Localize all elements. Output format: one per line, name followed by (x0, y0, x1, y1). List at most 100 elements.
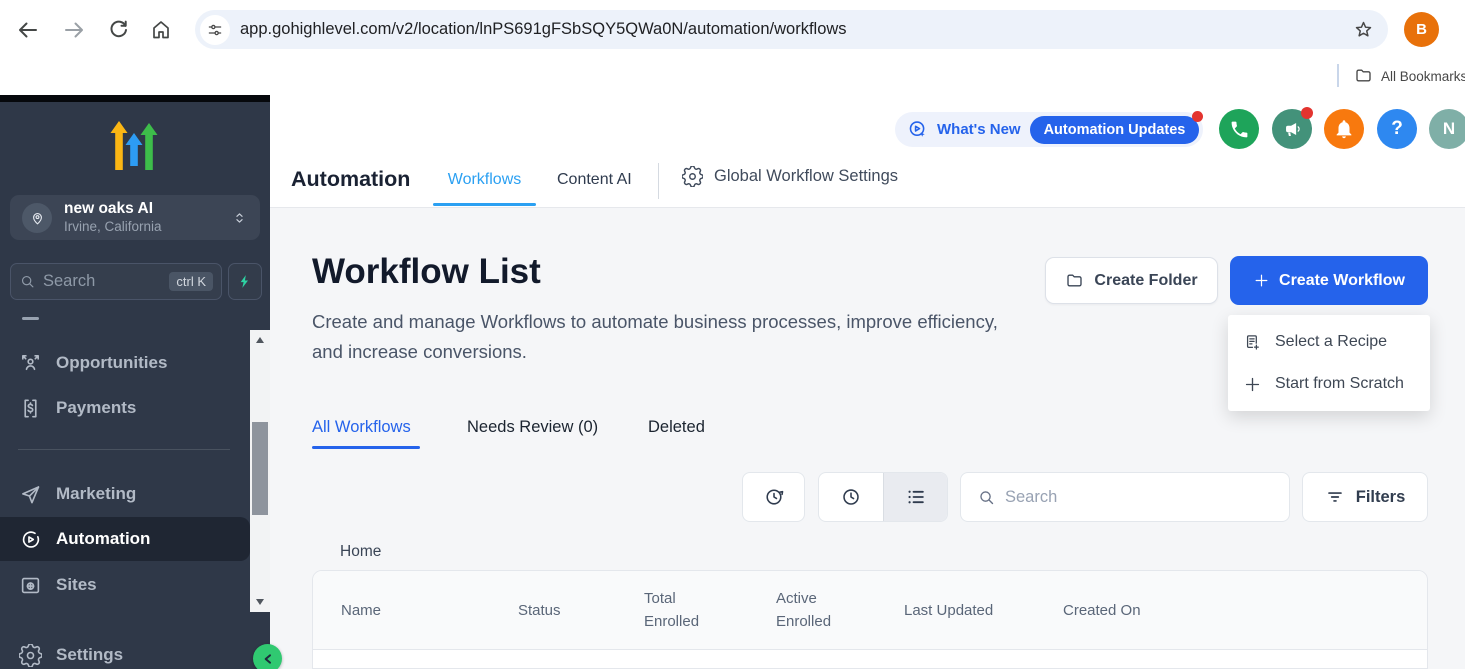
url-bar[interactable]: app.gohighlevel.com/v2/location/lnPS691g… (195, 10, 1388, 49)
phone-icon (1229, 119, 1250, 140)
browser-profile-avatar[interactable]: B (1404, 12, 1439, 47)
execution-logs-toggle[interactable] (819, 473, 883, 521)
scrollbar-thumb[interactable] (252, 422, 268, 515)
refresh-icon[interactable] (106, 18, 130, 42)
list-view-toggle[interactable] (883, 473, 947, 521)
sidebar-item-payments[interactable]: Payments (0, 386, 250, 430)
automation-updates-label: Automation Updates (1044, 122, 1186, 138)
tab-deleted[interactable]: Deleted (648, 418, 705, 437)
breadcrumb[interactable]: Home (340, 543, 381, 561)
sites-icon (19, 574, 42, 597)
tab-workflows[interactable]: Workflows (433, 171, 536, 189)
sidebar-top-strip (0, 95, 270, 102)
phone-button[interactable] (1219, 109, 1259, 149)
user-avatar[interactable]: N (1429, 109, 1465, 149)
tab-needs-review[interactable]: Needs Review (0) (467, 418, 598, 437)
sidebar-search-input[interactable] (43, 272, 169, 291)
bell-icon (1333, 118, 1355, 140)
global-workflow-settings[interactable]: Global Workflow Settings (682, 166, 898, 187)
active-list-tab-underline (312, 446, 420, 449)
screen: app.gohighlevel.com/v2/location/lnPS691g… (0, 0, 1465, 669)
create-folder-label: Create Folder (1094, 272, 1197, 290)
lightning-bolt-icon (237, 273, 253, 290)
create-folder-button[interactable]: Create Folder (1045, 257, 1218, 304)
announcements-button[interactable] (1272, 109, 1312, 149)
sidebar-item-sites[interactable]: Sites (0, 563, 250, 607)
home-icon[interactable] (149, 18, 173, 42)
filters-button[interactable]: Filters (1302, 472, 1428, 522)
workflow-list-title: Workflow List (312, 252, 541, 292)
enrollment-history-button[interactable] (742, 472, 805, 522)
help-button[interactable]: ? (1377, 109, 1417, 149)
sidebar-item-label: Payments (56, 398, 136, 418)
workflow-table: Name Status Total Enrolled Active Enroll… (312, 570, 1428, 669)
global-workflow-settings-label: Global Workflow Settings (714, 167, 898, 186)
column-header-active-enrolled: Active Enrolled (776, 587, 904, 633)
folder-icon (1065, 271, 1084, 290)
whats-new-label[interactable]: What's New (937, 121, 1021, 138)
notification-dot (1192, 111, 1203, 122)
back-icon[interactable] (16, 18, 40, 42)
create-workflow-button[interactable]: Create Workflow (1230, 256, 1428, 305)
sidebar-item-automation[interactable]: Automation (0, 517, 250, 561)
search-shortcut-badge: ctrl K (169, 272, 213, 291)
table-header-row: Name Status Total Enrolled Active Enroll… (313, 571, 1427, 650)
menu-item-label: Start from Scratch (1275, 375, 1404, 393)
notification-dot (1301, 107, 1313, 119)
search-icon (19, 273, 36, 290)
list-icon (905, 486, 927, 508)
sidebar-divider (18, 449, 230, 450)
sidebar: new oaks AI Irvine, California ctrl K Op… (0, 95, 270, 669)
sidebar-collapse-button[interactable] (253, 644, 282, 669)
sidebar-item-label: Automation (56, 529, 150, 549)
location-pin-icon (22, 203, 52, 233)
scroll-down-button[interactable] (250, 592, 270, 612)
forward-icon[interactable] (62, 18, 86, 42)
site-settings-icon[interactable] (200, 15, 230, 45)
account-name: new oaks AI (64, 199, 162, 218)
column-header-status: Status (518, 602, 644, 619)
workflow-search-input[interactable] (1005, 488, 1289, 507)
sidebar-item-opportunities[interactable]: Opportunities (0, 341, 250, 385)
view-toggle-group (818, 472, 948, 522)
filter-icon (1325, 487, 1345, 507)
all-bookmarks-label[interactable]: All Bookmarks (1381, 69, 1465, 84)
create-workflow-label: Create Workflow (1279, 272, 1405, 290)
main-area: What's New Automation Updates ? N (270, 95, 1465, 669)
menu-item-start-from-scratch[interactable]: Start from Scratch (1228, 363, 1430, 405)
search-icon (977, 488, 996, 507)
recipe-icon (1243, 333, 1262, 352)
chevron-up-down-icon[interactable] (231, 207, 248, 229)
scroll-up-button[interactable] (250, 330, 270, 350)
bookmarks-divider (1337, 64, 1339, 87)
settings-gear-icon (19, 644, 42, 667)
question-mark-icon: ? (1391, 118, 1403, 140)
filters-label: Filters (1356, 488, 1406, 507)
url-text[interactable]: app.gohighlevel.com/v2/location/lnPS691g… (240, 20, 847, 39)
account-switcher[interactable]: new oaks AI Irvine, California (10, 195, 260, 240)
sidebar-scrollbar[interactable] (250, 330, 270, 612)
sidebar-search[interactable]: ctrl K (10, 263, 222, 300)
menu-item-select-recipe[interactable]: Select a Recipe (1228, 321, 1430, 363)
opportunities-icon (19, 352, 42, 375)
megaphone-icon (1281, 118, 1303, 140)
column-header-created-on: Created On (1063, 602, 1427, 619)
column-header-total-enrolled: Total Enrolled (644, 587, 776, 633)
workflow-search[interactable] (960, 472, 1290, 522)
quick-actions-button[interactable] (228, 263, 262, 300)
create-workflow-menu: Select a Recipe Start from Scratch (1228, 315, 1430, 411)
gear-icon (682, 166, 703, 187)
bookmark-star-icon[interactable] (1353, 19, 1374, 40)
chevron-left-icon (260, 651, 276, 667)
sidebar-item-marketing[interactable]: Marketing (0, 472, 250, 516)
sidebar-item-settings[interactable]: Settings (0, 633, 250, 669)
tab-all-workflows[interactable]: All Workflows (312, 418, 411, 437)
header-divider (658, 163, 659, 199)
sidebar-item-label: Sites (56, 575, 97, 595)
whats-new-pill[interactable]: What's New Automation Updates (895, 112, 1203, 147)
bookmarks-folder-icon[interactable] (1354, 66, 1373, 85)
automation-updates-badge[interactable]: Automation Updates (1030, 116, 1200, 144)
notifications-button[interactable] (1324, 109, 1364, 149)
tab-content-ai[interactable]: Content AI (557, 171, 632, 189)
plus-icon (1243, 375, 1262, 394)
